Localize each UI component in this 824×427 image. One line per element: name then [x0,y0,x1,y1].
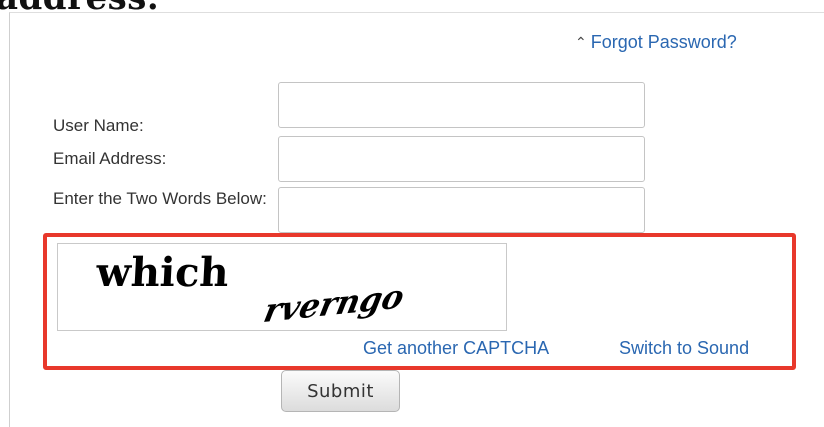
get-another-captcha-link[interactable]: Get another CAPTCHA [363,338,549,359]
captcha-image: which rverngo [57,243,507,331]
captcha-word-1: which [94,249,230,296]
captcha-input[interactable] [278,187,645,233]
forgot-password-link[interactable]: Forgot Password? [591,32,737,52]
captcha-word-2: rverngo [261,276,408,330]
switch-to-sound-link[interactable]: Switch to Sound [619,338,749,359]
forgot-password-toggle[interactable]: ⌃ Forgot Password? [575,32,737,53]
email-label: Email Address: [53,149,167,168]
captcha-label: Enter the Two Words Below: [53,189,267,208]
double-chevron-up-icon: ⌃ [575,34,587,50]
email-input[interactable] [278,136,645,182]
username-input[interactable] [278,82,645,128]
username-label: User Name: [53,116,144,135]
submit-button[interactable]: Submit [281,370,400,412]
